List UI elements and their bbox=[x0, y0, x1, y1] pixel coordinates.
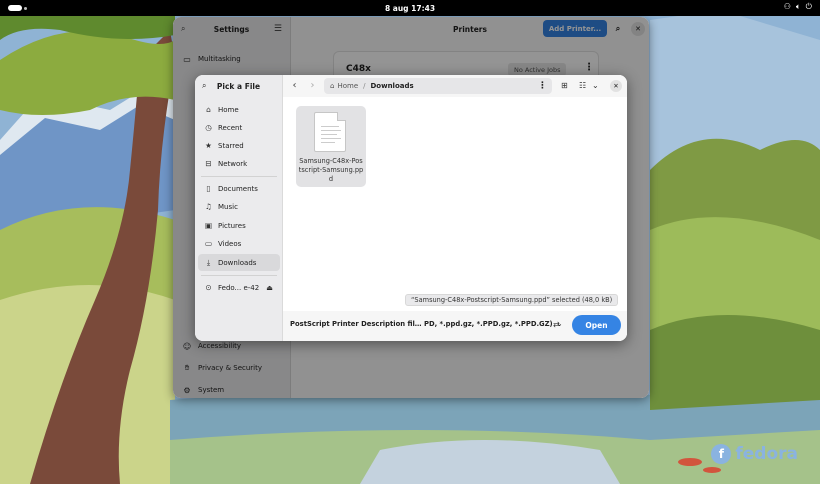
search-icon[interactable]: ⌕ bbox=[202, 81, 206, 91]
breadcrumb-home[interactable]: ⌂ Home bbox=[330, 82, 358, 90]
path-bar: ⌂ Home / Downloads ⋮ bbox=[324, 78, 552, 94]
view-list-icon[interactable]: ☷ bbox=[579, 79, 586, 92]
place-starred[interactable]: ★ Starred bbox=[198, 137, 280, 154]
breadcrumb-separator: / bbox=[363, 82, 366, 90]
file-browser-header: ‹ › ⌂ Home / Downloads ⋮ ⊞ ☷ ⌄ ✕ bbox=[283, 75, 627, 97]
places-sidebar-header: ⌕ Pick a File bbox=[195, 75, 282, 97]
breadcrumb-current[interactable]: Downloads bbox=[370, 82, 413, 90]
star-icon: ★ bbox=[205, 141, 212, 150]
selection-info: “Samsung-C48x-Postscript-Samsung.ppd” se… bbox=[405, 294, 619, 306]
place-documents[interactable]: ▯ Documents bbox=[198, 180, 280, 197]
volume-icon: 🔈︎ bbox=[795, 2, 801, 11]
document-icon: ▯ bbox=[206, 184, 211, 193]
sidebar-separator bbox=[201, 275, 277, 276]
fedora-logo-icon: f bbox=[711, 444, 732, 464]
place-label: Starred bbox=[218, 141, 244, 150]
place-label: Documents bbox=[218, 184, 258, 193]
download-icon: ⤓ bbox=[206, 257, 211, 267]
file-chooser-dialog: ⌕ Pick a File ⌂ Home ◷ Recent ★ Starred … bbox=[195, 75, 627, 341]
top-bar: 8 aug 17:43 ⚇ 🔈︎ ⏻ bbox=[0, 0, 820, 16]
activities-indicator[interactable] bbox=[8, 5, 27, 11]
place-label: Pictures bbox=[218, 221, 246, 230]
open-button[interactable]: Open bbox=[572, 315, 621, 335]
place-downloads[interactable]: ⤓ Downloads bbox=[198, 254, 280, 271]
video-icon: ▭ bbox=[204, 239, 213, 248]
place-home[interactable]: ⌂ Home bbox=[198, 101, 280, 118]
power-icon: ⏻ bbox=[805, 2, 812, 11]
breadcrumb-home-label: Home bbox=[337, 82, 359, 90]
back-icon[interactable]: ‹ bbox=[288, 79, 301, 92]
home-icon: ⌂ bbox=[330, 82, 335, 90]
new-folder-icon[interactable]: ⊞ bbox=[561, 79, 568, 92]
fedora-logo-text: fedora bbox=[735, 444, 798, 464]
place-label: Videos bbox=[218, 239, 242, 248]
place-videos[interactable]: ▭ Videos bbox=[198, 235, 280, 252]
hamburger-menu-icon[interactable]: ☰ bbox=[274, 24, 282, 34]
filter-label: PostScript Printer Description fil… PD, … bbox=[290, 320, 553, 328]
search-icon[interactable]: ⌕ bbox=[181, 24, 185, 34]
fedora-logo: f fedora bbox=[711, 444, 798, 464]
chevron-down-icon[interactable]: ⌄ bbox=[592, 79, 599, 92]
place-drive[interactable]: ⊙ Fedo... e-42 ⏏ bbox=[198, 279, 280, 296]
eject-icon[interactable]: ⏏ bbox=[266, 284, 273, 292]
file-type-filter[interactable]: PostScript Printer Description fil… PD, … bbox=[290, 320, 563, 328]
place-label: Downloads bbox=[218, 258, 257, 267]
options-icon[interactable]: ⇄ bbox=[553, 320, 560, 329]
places-sidebar: ⌕ Pick a File ⌂ Home ◷ Recent ★ Starred … bbox=[195, 75, 283, 341]
file-chooser-footer: PostScript Printer Description fil… PD, … bbox=[283, 311, 627, 341]
place-recent[interactable]: ◷ Recent bbox=[198, 119, 280, 136]
file-name: Samsung-C48x-Postscript-Samsung.ppd bbox=[298, 157, 364, 183]
place-label: Recent bbox=[218, 123, 243, 132]
dialog-title: Pick a File bbox=[216, 81, 261, 91]
pictures-icon: ▣ bbox=[204, 221, 213, 230]
home-icon: ⌂ bbox=[206, 105, 211, 114]
music-icon: ♫ bbox=[205, 202, 212, 211]
clock[interactable]: 8 aug 17:43 bbox=[385, 4, 435, 13]
close-icon[interactable]: ✕ bbox=[610, 80, 622, 92]
clock-icon: ◷ bbox=[205, 123, 212, 132]
drive-icon: ⊙ bbox=[205, 283, 212, 292]
place-label: Network bbox=[218, 159, 248, 168]
place-network[interactable]: ⊟ Network bbox=[198, 155, 280, 172]
place-label: Home bbox=[218, 105, 239, 114]
sidebar-separator bbox=[201, 176, 277, 177]
place-music[interactable]: ♫ Music bbox=[198, 198, 280, 215]
place-pictures[interactable]: ▣ Pictures bbox=[198, 217, 280, 234]
forward-icon[interactable]: › bbox=[306, 79, 319, 92]
network-icon: ⚇ bbox=[783, 2, 791, 11]
more-options-icon[interactable]: ⋮ bbox=[538, 81, 547, 91]
file-item[interactable]: Samsung-C48x-Postscript-Samsung.ppd bbox=[296, 106, 366, 187]
file-browser: ‹ › ⌂ Home / Downloads ⋮ ⊞ ☷ ⌄ ✕ Samsung… bbox=[283, 75, 627, 341]
network-icon: ⊟ bbox=[205, 159, 212, 168]
place-label: Fedo... e-42 bbox=[218, 283, 260, 292]
place-label: Music bbox=[218, 202, 238, 211]
text-file-icon bbox=[314, 112, 346, 152]
system-tray[interactable]: ⚇ 🔈︎ ⏻ bbox=[784, 2, 812, 12]
